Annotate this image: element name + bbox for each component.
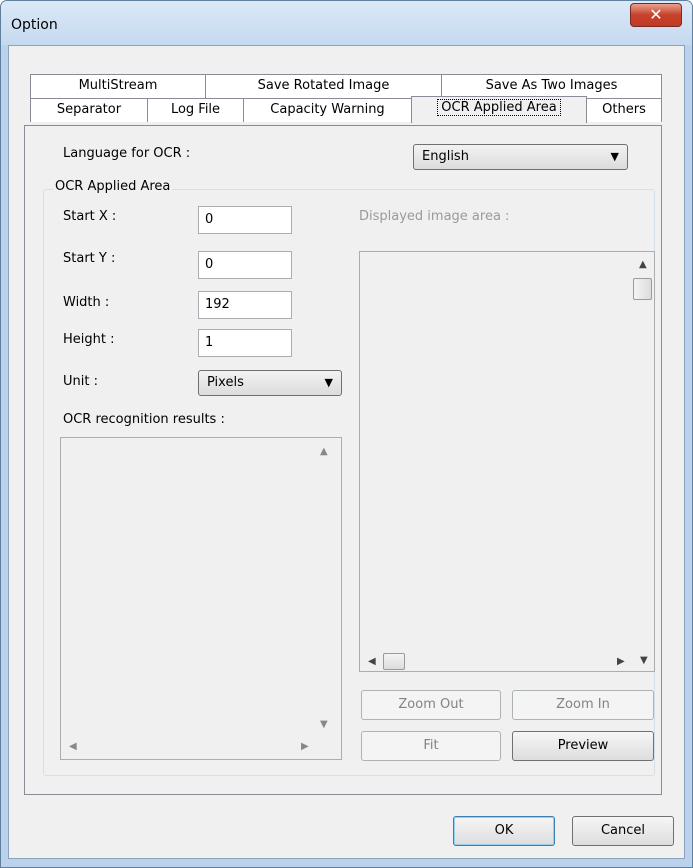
scroll-down-icon[interactable]: ▼ xyxy=(320,719,328,730)
tab-log-file[interactable]: Log File xyxy=(147,98,244,122)
height-label: Height : xyxy=(63,332,115,347)
start-x-label: Start X : xyxy=(63,209,117,224)
group-title: OCR Applied Area xyxy=(53,179,173,194)
chevron-down-icon: ▼ xyxy=(324,376,333,389)
scroll-left-icon[interactable]: ◀ xyxy=(368,656,376,667)
tab-label: Others xyxy=(602,102,646,117)
tab-label: Separator xyxy=(56,102,122,117)
tab-label: Save As Two Images xyxy=(485,78,618,93)
tab-multistream[interactable]: MultiStream xyxy=(30,74,206,98)
tab-others[interactable]: Others xyxy=(586,98,662,122)
scroll-left-icon[interactable]: ◀ xyxy=(69,741,77,752)
tab-save-rotated-image[interactable]: Save Rotated Image xyxy=(205,74,442,98)
ok-button[interactable]: OK xyxy=(453,816,555,846)
close-button[interactable]: ✕ xyxy=(630,3,682,27)
language-select[interactable]: English ▼ xyxy=(413,144,628,170)
window-title: Option xyxy=(11,17,58,33)
tab-label: Save Rotated Image xyxy=(257,78,390,93)
language-label: Language for OCR : xyxy=(63,146,191,161)
tab-label: OCR Applied Area xyxy=(437,99,561,116)
image-preview-area[interactable] xyxy=(359,251,655,672)
cancel-button[interactable]: Cancel xyxy=(572,816,674,846)
tab-ocr-applied-area[interactable]: OCR Applied Area xyxy=(411,96,587,123)
preview-button[interactable]: Preview xyxy=(512,731,654,761)
chevron-down-icon: ▼ xyxy=(610,150,619,163)
close-icon: ✕ xyxy=(649,5,663,24)
start-y-field[interactable]: 0 xyxy=(198,251,292,279)
zoom-out-button[interactable]: Zoom Out xyxy=(361,690,501,720)
scroll-down-icon[interactable]: ▼ xyxy=(640,655,648,666)
vertical-scrollbar[interactable] xyxy=(631,252,654,653)
start-x-field[interactable]: 0 xyxy=(198,206,292,234)
results-box[interactable] xyxy=(60,437,342,760)
tab-capacity-warning[interactable]: Capacity Warning xyxy=(243,98,412,122)
tab-label: Log File xyxy=(170,102,221,117)
scroll-up-icon[interactable]: ▲ xyxy=(320,446,328,457)
zoom-in-button[interactable]: Zoom In xyxy=(512,690,654,720)
results-label: OCR recognition results : xyxy=(63,412,225,427)
unit-select[interactable]: Pixels ▼ xyxy=(198,370,342,396)
unit-value: Pixels xyxy=(207,375,244,390)
height-field[interactable]: 1 xyxy=(198,329,292,357)
tab-separator[interactable]: Separator xyxy=(30,98,148,122)
scroll-right-icon[interactable]: ▶ xyxy=(301,741,309,752)
language-value: English xyxy=(422,149,469,164)
unit-label: Unit : xyxy=(63,374,98,389)
tab-label: MultiStream xyxy=(78,78,158,93)
scroll-up-icon[interactable]: ▲ xyxy=(639,259,647,270)
option-dialog: Option ✕ MultiStream Save Rotated Image … xyxy=(0,0,693,868)
scroll-right-icon[interactable]: ▶ xyxy=(617,656,625,667)
tab-label: Capacity Warning xyxy=(270,102,385,117)
fit-button[interactable]: Fit xyxy=(361,731,501,761)
vertical-scroll-thumb[interactable] xyxy=(633,278,652,300)
title-bar[interactable]: Option ✕ xyxy=(1,1,692,45)
start-y-label: Start Y : xyxy=(63,251,116,266)
tab-save-as-two-images[interactable]: Save As Two Images xyxy=(441,74,662,98)
width-field[interactable]: 192 xyxy=(198,291,292,319)
width-label: Width : xyxy=(63,295,110,310)
displayed-area-label: Displayed image area : xyxy=(359,209,510,224)
horizontal-scroll-thumb[interactable] xyxy=(383,653,405,670)
